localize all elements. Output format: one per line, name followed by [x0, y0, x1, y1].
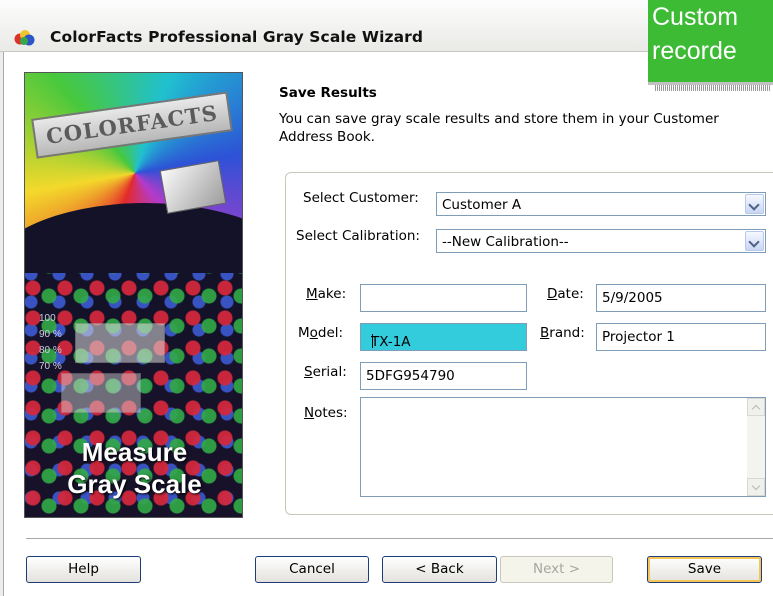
model-label-accel: o — [309, 325, 318, 341]
save-button[interactable]: Save — [647, 556, 762, 583]
brand-label-rest: rand: — [549, 325, 585, 341]
chevron-down-icon[interactable] — [745, 231, 764, 251]
window-title: ColorFacts Professional Gray Scale Wizar… — [50, 28, 424, 46]
wizard-window: ColorFacts Professional Gray Scale Wizar… — [0, 0, 773, 596]
banner-caption-line-2: Gray Scale — [67, 469, 202, 499]
notes-label: Notes: — [304, 405, 348, 421]
date-input[interactable]: 5/9/2005 — [596, 284, 766, 312]
model-label-rest: del: — [317, 325, 344, 341]
serial-input[interactable]: 5DFG954790 — [360, 362, 527, 390]
callout-line-1: Custom — [652, 3, 739, 31]
banner-percent-label: 100 — [39, 313, 56, 324]
banner-swatch — [61, 373, 141, 413]
brand-label-accel: B — [540, 325, 550, 341]
wizard-banner-image: 100 90 % 80 % 70 % COLORFACTS Measure Gr… — [24, 72, 243, 518]
serial-value: 5DFG954790 — [366, 368, 455, 384]
banner-caption-line-1: Measure — [81, 437, 188, 467]
select-calibration-dropdown[interactable]: --New Calibration-- — [436, 229, 766, 253]
date-label-accel: D — [547, 286, 558, 302]
callout-line-2: recorde — [652, 37, 737, 65]
serial-label: Serial: — [304, 364, 347, 380]
date-value: 5/9/2005 — [602, 290, 663, 306]
help-button[interactable]: Help — [26, 556, 141, 583]
colorfacts-app-icon — [14, 30, 35, 46]
brand-value: Projector 1 — [602, 329, 675, 345]
notes-textarea[interactable] — [360, 397, 766, 497]
make-label-accel: M — [306, 286, 318, 302]
banner-percent-label: 70 % — [39, 361, 62, 372]
banner-swatch — [75, 323, 165, 363]
annotation-callout: Custom recorde — [648, 0, 773, 85]
callout-shadow — [655, 85, 770, 91]
notes-scrollbar[interactable] — [747, 398, 765, 496]
date-label-rest: ate: — [557, 286, 584, 302]
select-customer-value: Customer A — [442, 197, 522, 213]
window-left-border — [0, 52, 4, 596]
make-label: Make: — [306, 286, 346, 302]
notes-label-rest: otes: — [314, 405, 348, 421]
page-description: You can save gray scale results and stor… — [279, 111, 719, 145]
scroll-down-icon[interactable] — [747, 478, 765, 496]
banner-percent-label: 90 % — [39, 329, 62, 340]
select-calibration-label: Select Calibration: — [296, 228, 420, 244]
serial-label-rest: erial: — [312, 364, 347, 380]
footer-divider — [26, 538, 773, 540]
make-label-rest: ake: — [317, 286, 347, 302]
select-calibration-value: --New Calibration-- — [442, 234, 569, 250]
model-value-text: TX-1A — [371, 334, 411, 350]
model-label: Model: — [298, 325, 343, 341]
page-title: Save Results — [279, 85, 377, 101]
select-customer-label: Select Customer: — [303, 190, 419, 206]
model-input[interactable]: TX-1A — [360, 323, 527, 351]
back-button[interactable]: < Back — [382, 556, 497, 583]
chevron-down-icon[interactable] — [745, 194, 764, 214]
serial-label-accel: S — [304, 364, 313, 380]
notes-label-accel: N — [304, 405, 315, 421]
brand-input[interactable]: Projector 1 — [596, 323, 766, 351]
model-label-pre: M — [298, 325, 310, 341]
text-cursor — [372, 334, 373, 348]
cancel-button[interactable]: Cancel — [255, 556, 369, 583]
scroll-up-icon[interactable] — [747, 398, 765, 416]
brand-label: Brand: — [540, 325, 585, 341]
date-label: Date: — [547, 286, 584, 302]
next-button[interactable]: Next > — [500, 556, 613, 583]
banner-percent-label: 80 % — [39, 345, 62, 356]
make-input[interactable] — [360, 284, 527, 312]
select-customer-dropdown[interactable]: Customer A — [436, 192, 766, 216]
